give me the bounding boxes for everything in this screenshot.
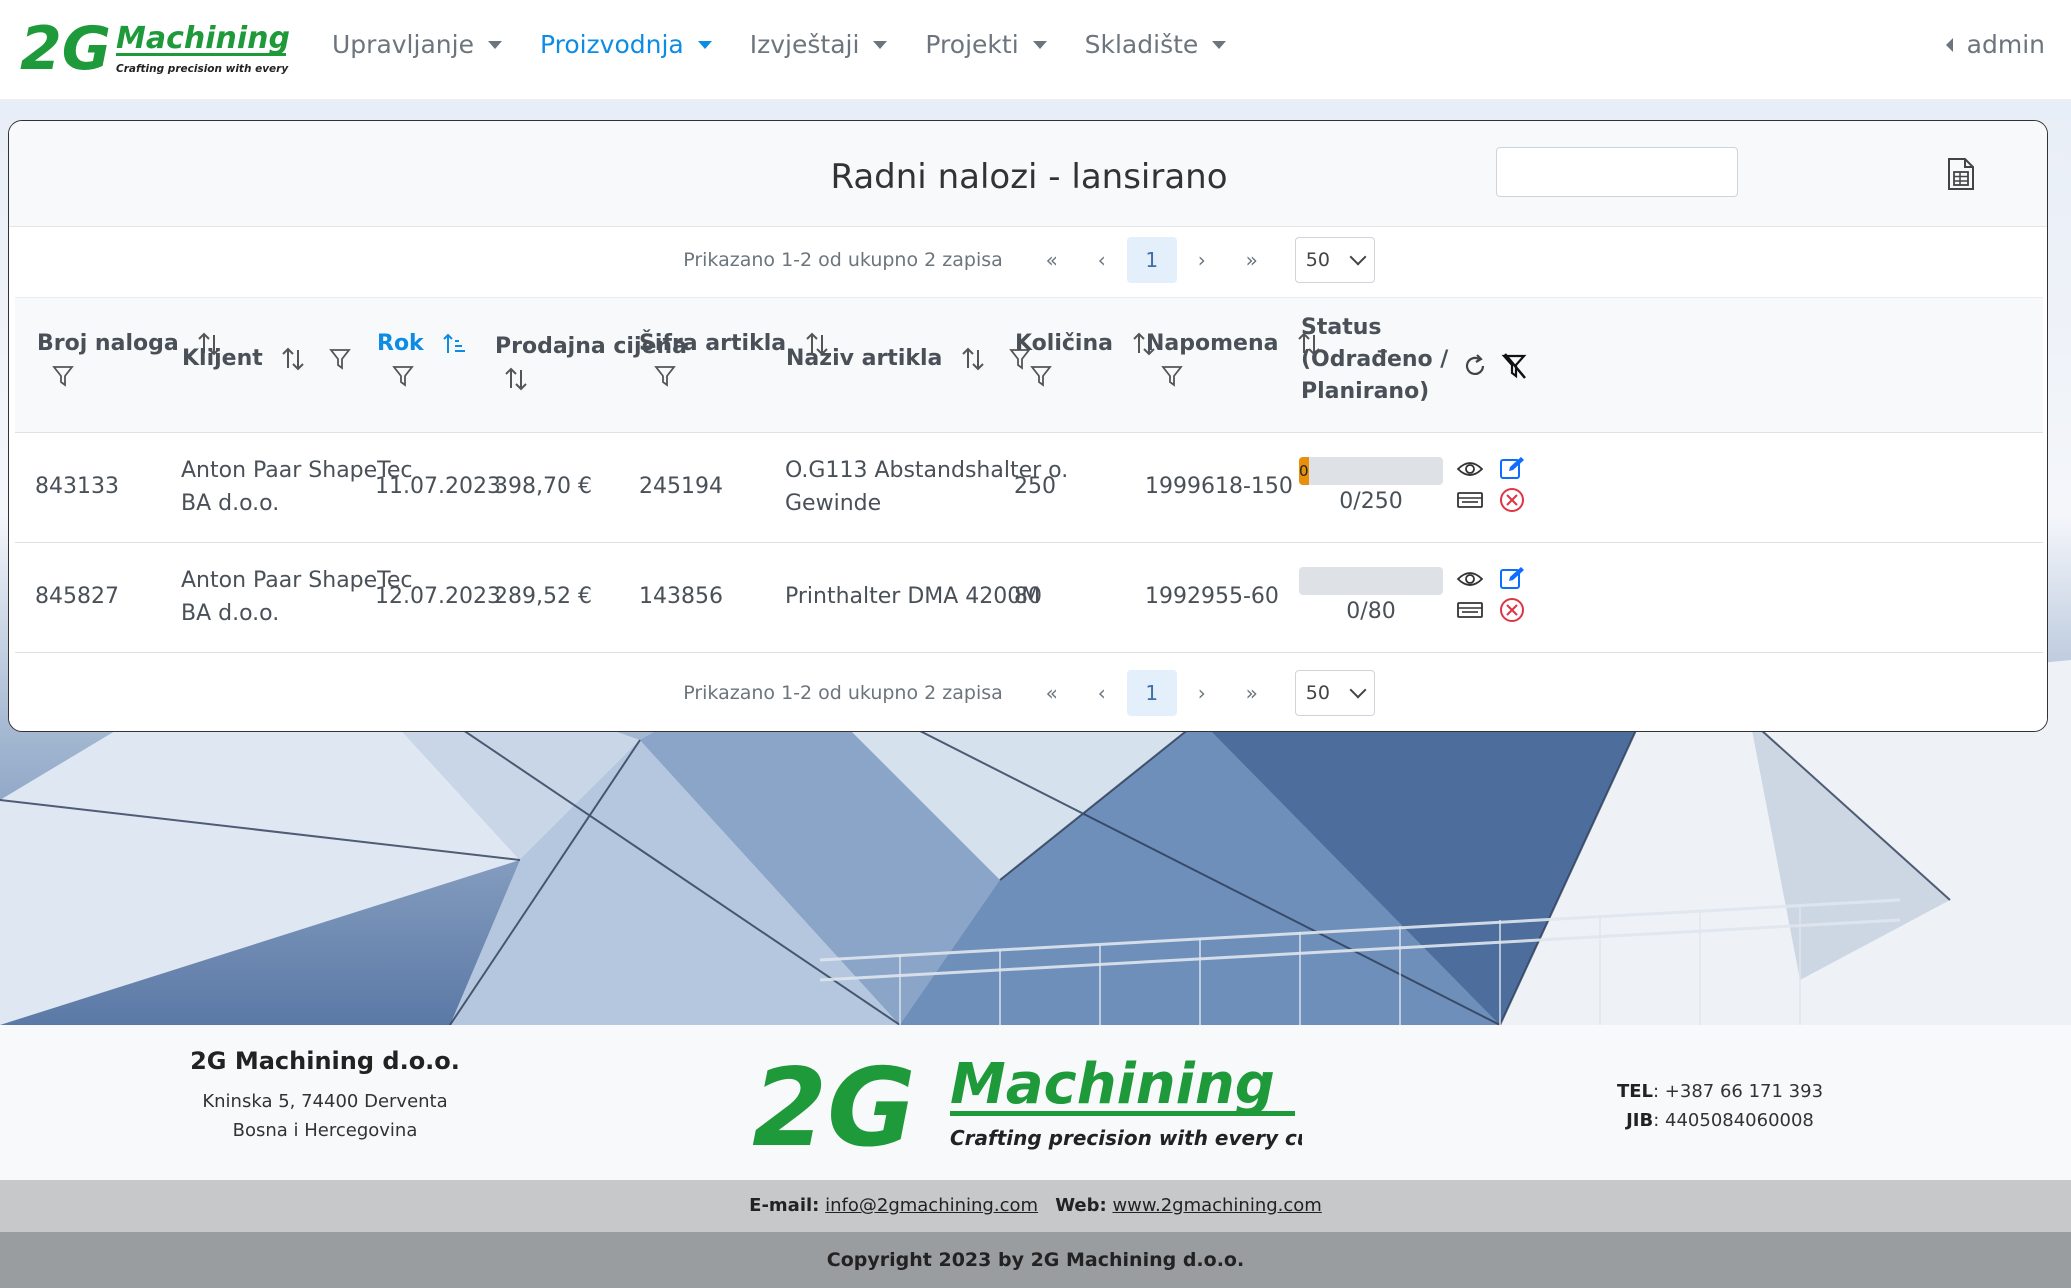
cell-prodajna-cijena: 398,70 € <box>494 474 592 499</box>
caret-down-icon <box>873 40 888 49</box>
status-count: 0/250 <box>1339 489 1403 514</box>
page-1-button[interactable]: 1 <box>1126 670 1177 716</box>
main-menu: Upravljanje Proizvodnja Izvještaji Proje… <box>332 30 1264 59</box>
svg-text:2G: 2G <box>752 1046 916 1160</box>
filter-icon[interactable] <box>391 364 415 388</box>
progress-bar: 0% <box>1299 457 1443 485</box>
spreadsheet-icon[interactable] <box>1946 157 1976 191</box>
first-page-button[interactable]: « <box>1027 670 1077 716</box>
search-input[interactable] <box>1496 147 1738 197</box>
card-icon[interactable] <box>1457 490 1483 510</box>
next-page-button[interactable]: › <box>1177 237 1227 283</box>
caret-down-icon <box>487 40 502 49</box>
progress-fill: 0% <box>1299 457 1310 485</box>
brand-logo[interactable]: 2G Machining Crafting precision with eve… <box>20 14 290 80</box>
nav-upravljanje[interactable]: Upravljanje <box>332 30 502 59</box>
page-1-button[interactable]: 1 <box>1126 237 1177 283</box>
cell-kolicina: 250 <box>1014 474 1056 499</box>
cell-rok: 12.07.2023 <box>375 584 501 609</box>
cancel-circle-icon[interactable] <box>1499 487 1525 513</box>
col-naziv-artikla[interactable]: Naziv artikla <box>786 343 1032 375</box>
table-header: Broj naloga Klijent Rok Prodajna cijena … <box>15 297 2043 433</box>
cell-sifra-artikla: 143856 <box>639 584 723 609</box>
filter-icon[interactable] <box>51 364 75 388</box>
pager-info: Prikazano 1-2 od ukupno 2 zapisa <box>683 249 1003 271</box>
prev-page-button[interactable]: ‹ <box>1077 237 1127 283</box>
web-link[interactable]: www.2gmachining.com <box>1112 1195 1321 1216</box>
caret-down-icon <box>1032 40 1047 49</box>
chevron-down-icon <box>1349 248 1367 266</box>
edit-icon[interactable] <box>1499 565 1525 591</box>
footer-logo: 2G Machining Crafting precision with eve… <box>752 1046 1302 1160</box>
svg-text:Machining: Machining <box>950 1052 1275 1117</box>
cell-naziv-artikla: Printhalter DMA 4200M <box>785 584 1041 609</box>
pager-top: Prikazano 1-2 od ukupno 2 zapisa « ‹ 1 ›… <box>9 228 2047 292</box>
caret-down-icon <box>697 40 712 49</box>
col-rok[interactable]: Rok <box>377 328 467 392</box>
footer-company: 2G Machining d.o.o. Kninska 5, 74400 Der… <box>190 1047 460 1141</box>
table-row[interactable]: 843133 Anton Paar ShapeTec BA d.o.o. 11.0… <box>15 433 2043 543</box>
last-page-button[interactable]: » <box>1227 670 1277 716</box>
cell-prodajna-cijena: 289,52 € <box>494 584 592 609</box>
sort-icon[interactable] <box>280 346 306 372</box>
table-row[interactable]: 845827 Anton Paar ShapeTec BA d.o.o. 12.0… <box>15 543 2043 653</box>
page-title: Radni nalozi - lansirano <box>830 157 1228 197</box>
cell-rok: 11.07.2023 <box>375 474 501 499</box>
view-eye-icon[interactable] <box>1457 459 1483 479</box>
chevron-down-icon <box>1349 681 1367 699</box>
view-eye-icon[interactable] <box>1457 569 1483 589</box>
pager-info: Prikazano 1-2 od ukupno 2 zapisa <box>683 682 1003 704</box>
svg-text:Crafting precision with every: Crafting precision with every cut <box>950 1126 1302 1150</box>
first-page-button[interactable]: « <box>1027 237 1077 283</box>
sort-icon[interactable] <box>960 346 986 372</box>
user-menu[interactable]: admin <box>1945 30 2045 59</box>
caret-left-icon <box>1945 37 1953 52</box>
col-napomena[interactable]: Napomena <box>1146 328 1322 392</box>
filter-icon[interactable] <box>1029 364 1053 388</box>
caret-down-icon <box>1212 40 1227 49</box>
filter-icon[interactable] <box>1160 364 1184 388</box>
footer-links: E-mail: info@2gmachining.com Web: www.2g… <box>0 1180 2071 1232</box>
copyright: Copyright 2023 by 2G Machining d.o.o. <box>0 1232 2071 1288</box>
edit-icon[interactable] <box>1499 455 1525 481</box>
last-page-button[interactable]: » <box>1227 237 1277 283</box>
svg-text:Crafting precision with every: Crafting precision with every cut <box>116 63 290 75</box>
sort-icon[interactable] <box>503 366 529 392</box>
sort-ascending-icon[interactable] <box>441 331 467 357</box>
cell-broj-naloga: 845827 <box>35 584 119 609</box>
cell-sifra-artikla: 245194 <box>639 474 723 499</box>
clear-filter-icon[interactable] <box>1501 352 1529 380</box>
cell-napomena: 1999618-150 <box>1145 474 1293 499</box>
next-page-button[interactable]: › <box>1177 670 1227 716</box>
cell-broj-naloga: 843133 <box>35 474 119 499</box>
cell-kolicina: 80 <box>1014 584 1042 609</box>
filter-icon[interactable] <box>328 347 352 371</box>
email-link[interactable]: info@2gmachining.com <box>825 1195 1038 1216</box>
footer: 2G Machining d.o.o. Kninska 5, 74400 Der… <box>0 1025 2071 1180</box>
card-header: Radni nalozi - lansirano <box>9 121 2047 227</box>
nav-izvjestaji[interactable]: Izvještaji <box>750 30 888 59</box>
col-kolicina[interactable]: Količina <box>1015 328 1157 392</box>
status-count: 0/80 <box>1346 599 1396 624</box>
navbar: 2G Machining Crafting precision with eve… <box>0 0 2071 100</box>
svg-text:2G: 2G <box>20 14 111 80</box>
col-klijent[interactable]: Klijent <box>182 343 352 375</box>
work-orders-card: Radni nalozi - lansirano Prikazano 1-2 o… <box>8 120 2048 732</box>
cell-napomena: 1992955-60 <box>1145 584 1279 609</box>
footer-contact: TEL: +387 66 171 393 JIB: 4405084060008 <box>1616 1081 1824 1131</box>
nav-proizvodnja[interactable]: Proizvodnja <box>540 30 712 59</box>
filter-icon[interactable] <box>653 364 677 388</box>
col-status: Status (Odrađeno / Planirano) <box>1301 315 1449 404</box>
page-size-select[interactable]: 50 <box>1294 670 1375 716</box>
cancel-circle-icon[interactable] <box>1499 597 1525 623</box>
nav-skladiste[interactable]: Skladište <box>1085 30 1227 59</box>
card-icon[interactable] <box>1457 600 1483 620</box>
progress-bar <box>1299 567 1443 595</box>
svg-text:Machining: Machining <box>116 21 290 56</box>
refresh-icon[interactable] <box>1461 352 1489 380</box>
pager-bottom: Prikazano 1-2 od ukupno 2 zapisa « ‹ 1 ›… <box>9 661 2047 725</box>
prev-page-button[interactable]: ‹ <box>1077 670 1127 716</box>
page-size-select[interactable]: 50 <box>1294 237 1375 283</box>
nav-projekti[interactable]: Projekti <box>925 30 1047 59</box>
